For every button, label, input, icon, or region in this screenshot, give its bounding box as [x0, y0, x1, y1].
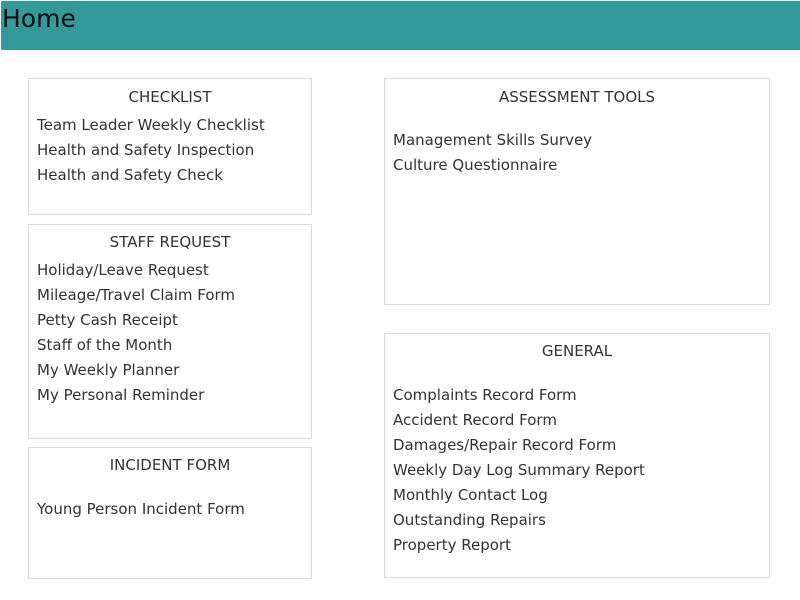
page-title: Home	[2, 4, 76, 33]
general-panel-title: GENERAL	[541, 342, 613, 360]
incident-form-panel-title: INCIDENT FORM	[109, 456, 231, 474]
general-link-list: Complaints Record Form Accident Record F…	[393, 383, 645, 558]
header-bar: Home	[1, 1, 800, 50]
general-panel: GENERAL Complaints Record Form Accident …	[384, 333, 770, 578]
checklist-panel: CHECKLIST Team Leader Weekly Checklist H…	[28, 78, 312, 215]
link-holiday-leave-request[interactable]: Holiday/Leave Request	[37, 258, 235, 283]
checklist-panel-title: CHECKLIST	[128, 88, 212, 106]
staff-request-link-list: Holiday/Leave Request Mileage/Travel Cla…	[37, 258, 235, 408]
link-culture-questionnaire[interactable]: Culture Questionnaire	[393, 153, 592, 178]
staff-request-panel: STAFF REQUEST Holiday/Leave Request Mile…	[28, 224, 312, 439]
link-health-and-safety-check[interactable]: Health and Safety Check	[37, 163, 265, 188]
link-complaints-record-form[interactable]: Complaints Record Form	[393, 383, 645, 408]
link-young-person-incident-form[interactable]: Young Person Incident Form	[37, 497, 245, 522]
link-outstanding-repairs[interactable]: Outstanding Repairs	[393, 508, 645, 533]
link-monthly-contact-log[interactable]: Monthly Contact Log	[393, 483, 645, 508]
link-accident-record-form[interactable]: Accident Record Form	[393, 408, 645, 433]
staff-request-panel-title: STAFF REQUEST	[109, 233, 231, 251]
link-management-skills-survey[interactable]: Management Skills Survey	[393, 128, 592, 153]
assessment-tools-link-list: Management Skills Survey Culture Questio…	[393, 128, 592, 178]
link-my-weekly-planner[interactable]: My Weekly Planner	[37, 358, 235, 383]
link-mileage-travel-claim-form[interactable]: Mileage/Travel Claim Form	[37, 283, 235, 308]
link-weekly-day-log-summary-report[interactable]: Weekly Day Log Summary Report	[393, 458, 645, 483]
assessment-tools-panel-title: ASSESSMENT TOOLS	[498, 88, 656, 106]
checklist-link-list: Team Leader Weekly Checklist Health and …	[37, 113, 265, 188]
link-team-leader-weekly-checklist[interactable]: Team Leader Weekly Checklist	[37, 113, 265, 138]
link-property-report[interactable]: Property Report	[393, 533, 645, 558]
link-staff-of-the-month[interactable]: Staff of the Month	[37, 333, 235, 358]
assessment-tools-panel: ASSESSMENT TOOLS Management Skills Surve…	[384, 78, 770, 305]
link-health-and-safety-inspection[interactable]: Health and Safety Inspection	[37, 138, 265, 163]
link-petty-cash-receipt[interactable]: Petty Cash Receipt	[37, 308, 235, 333]
link-my-personal-reminder[interactable]: My Personal Reminder	[37, 383, 235, 408]
incident-form-panel: INCIDENT FORM Young Person Incident Form	[28, 447, 312, 579]
link-damages-repair-record-form[interactable]: Damages/Repair Record Form	[393, 433, 645, 458]
incident-form-link-list: Young Person Incident Form	[37, 497, 245, 522]
